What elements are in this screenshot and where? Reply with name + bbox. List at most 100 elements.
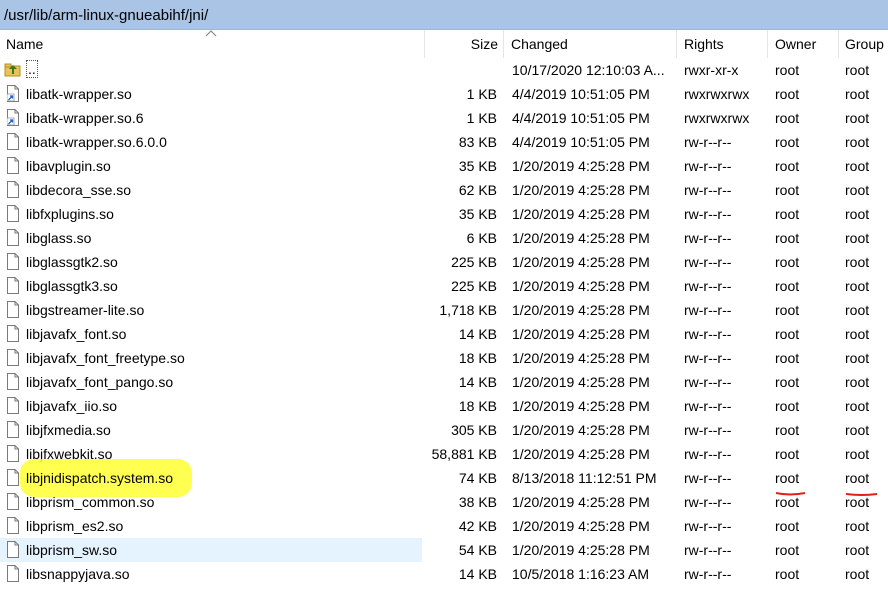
file-row[interactable]: libglass.so 6 KB 1/20/2019 4:25:28 PM rw-r-… (0, 226, 888, 250)
column-size[interactable]: Size (471, 36, 498, 52)
file-changed: 1/20/2019 4:25:28 PM (512, 278, 650, 294)
file-row[interactable]: libgstreamer-lite.so 1,718 KB 1/20/2019 4:… (0, 298, 888, 322)
file-group: root (845, 542, 870, 558)
file-rights: rw-r--r-- (684, 518, 732, 534)
column-rights[interactable]: Rights (684, 36, 724, 52)
file-row[interactable]: libprism_common.so 38 KB 1/20/2019 4:25:28… (0, 490, 888, 514)
file-row[interactable]: libjavafx_font_freetype.so 18 KB 1/20/2019… (0, 346, 888, 370)
file-rights: rw-r--r-- (684, 326, 732, 342)
file-name: libglassgtk2.so (26, 254, 118, 270)
file-row[interactable]: libjavafx_iio.so 18 KB 1/20/2019 4:25:28 P… (0, 394, 888, 418)
file-owner: root (775, 494, 800, 510)
file-group: root (845, 374, 870, 390)
file-rights: rw-r--r-- (684, 542, 732, 558)
sort-ascending-icon (205, 30, 217, 37)
file-changed: 1/20/2019 4:25:28 PM (512, 518, 650, 534)
file-owner: root (775, 134, 800, 150)
file-row[interactable]: libjavafx_font.so 14 KB 1/20/2019 4:25:28 … (0, 322, 888, 346)
file-owner: root (775, 254, 800, 270)
file-group: root (845, 326, 870, 342)
file-row[interactable]: libprism_sw.so 54 KB 1/20/2019 4:25:28 PM r… (0, 538, 888, 562)
file-changed: 1/20/2019 4:25:28 PM (512, 302, 650, 318)
file-row[interactable]: libatk-wrapper.so.6.0.0 83 KB 4/4/2019 10:… (0, 130, 888, 154)
file-icon (7, 541, 19, 558)
file-size: 305 KB (451, 422, 497, 438)
file-size: 38 KB (458, 494, 497, 510)
file-owner: root (775, 422, 800, 438)
file-changed: 1/20/2019 4:25:28 PM (512, 230, 650, 246)
file-row[interactable]: libglassgtk2.so 225 KB 1/20/2019 4:25:28 P… (0, 250, 888, 274)
file-row[interactable]: libavplugin.so 35 KB 1/20/2019 4:25:28 PM r… (0, 154, 888, 178)
path-bar[interactable]: /usr/lib/arm-linux-gnueabihf/jni/ (0, 0, 888, 30)
file-group: root (845, 110, 870, 126)
file-row[interactable]: libjnidispatch.system.so 74 KB 8/13/2018 1… (0, 459, 888, 497)
column-group[interactable]: Group (845, 36, 884, 52)
file-owner: root (775, 470, 800, 486)
file-name: .. (26, 60, 38, 78)
file-group: root (845, 62, 870, 78)
file-group: root (845, 182, 870, 198)
file-name: libjfxmedia.so (26, 422, 111, 438)
file-owner: root (775, 158, 800, 174)
file-rights: rw-r--r-- (684, 206, 732, 222)
file-size: 6 KB (466, 230, 497, 246)
file-rights: rw-r--r-- (684, 470, 732, 486)
file-owner: root (775, 350, 800, 366)
file-rights: rwxr-xr-x (684, 62, 739, 78)
file-icon (7, 181, 19, 198)
file-name: libatk-wrapper.so.6 (26, 110, 144, 126)
file-rights: rw-r--r-- (684, 230, 732, 246)
file-group: root (845, 494, 870, 510)
file-size: 83 KB (458, 134, 497, 150)
file-row[interactable]: libglassgtk3.so 225 KB 1/20/2019 4:25:28 P… (0, 274, 888, 298)
file-group: root (845, 86, 870, 102)
file-changed: 10/5/2018 1:16:23 AM (512, 566, 649, 582)
file-name: libjavafx_font.so (26, 326, 127, 342)
file-name: libglassgtk3.so (26, 278, 118, 294)
file-owner: root (775, 206, 800, 222)
file-rights: rw-r--r-- (684, 422, 732, 438)
file-row[interactable]: libjfxmedia.so 305 KB 1/20/2019 4:25:28 PM… (0, 418, 888, 442)
file-row[interactable]: libjavafx_font_pango.so 14 KB 1/20/2019 4:… (0, 370, 888, 394)
file-owner: root (775, 446, 800, 462)
file-group: root (845, 230, 870, 246)
file-size: 35 KB (458, 206, 497, 222)
column-name[interactable]: Name (6, 36, 43, 52)
file-name: libatk-wrapper.so.6.0.0 (26, 134, 167, 150)
file-row[interactable]: libatk-wrapper.so.6 1 KB 4/4/2019 10:51:05… (0, 106, 888, 130)
file-changed: 1/20/2019 4:25:28 PM (512, 326, 650, 342)
column-owner[interactable]: Owner (775, 36, 816, 52)
file-rights: rw-r--r-- (684, 254, 732, 270)
file-icon (7, 301, 19, 318)
file-owner: root (775, 110, 800, 126)
column-changed[interactable]: Changed (511, 36, 568, 52)
file-owner: root (775, 566, 800, 582)
file-changed: 1/20/2019 4:25:28 PM (512, 422, 650, 438)
file-owner: root (775, 326, 800, 342)
file-row[interactable]: libatk-wrapper.so 1 KB 4/4/2019 10:51:05 P… (0, 82, 888, 106)
file-size: 58,881 KB (431, 446, 497, 462)
file-changed: 1/20/2019 4:25:28 PM (512, 182, 650, 198)
file-owner: root (775, 374, 800, 390)
file-name: libjavafx_iio.so (26, 398, 118, 414)
file-rights: rw-r--r-- (684, 182, 732, 198)
file-row[interactable]: libdecora_sse.so 62 KB 1/20/2019 4:25:28 P… (0, 178, 888, 202)
file-changed: 1/20/2019 4:25:28 PM (512, 446, 650, 462)
file-row[interactable]: libfxplugins.so 35 KB 1/20/2019 4:25:28 PM… (0, 202, 888, 226)
file-row[interactable]: .. 10/17/2020 12:10:03 A... rwxr-xr-x root r… (0, 58, 888, 82)
file-name: libjnidispatch.system.so (26, 470, 174, 486)
file-owner: root (775, 62, 800, 78)
file-rights: rwxrwxrwx (684, 86, 750, 102)
file-group: root (845, 134, 870, 150)
file-changed: 1/20/2019 4:25:28 PM (512, 350, 650, 366)
file-row[interactable]: libprism_es2.so 42 KB 1/20/2019 4:25:28 PM… (0, 514, 888, 538)
file-size: 14 KB (458, 326, 497, 342)
file-rights: rwxrwxrwx (684, 110, 750, 126)
file-size: 14 KB (458, 566, 497, 582)
file-size: 74 KB (458, 470, 497, 486)
file-row[interactable]: libsnappyjava.so 14 KB 10/5/2018 1:16:23 A… (0, 562, 888, 586)
file-name: libsnappyjava.so (26, 566, 130, 582)
file-changed: 1/20/2019 4:25:28 PM (512, 374, 650, 390)
file-group: root (845, 302, 870, 318)
file-icon (7, 397, 19, 414)
